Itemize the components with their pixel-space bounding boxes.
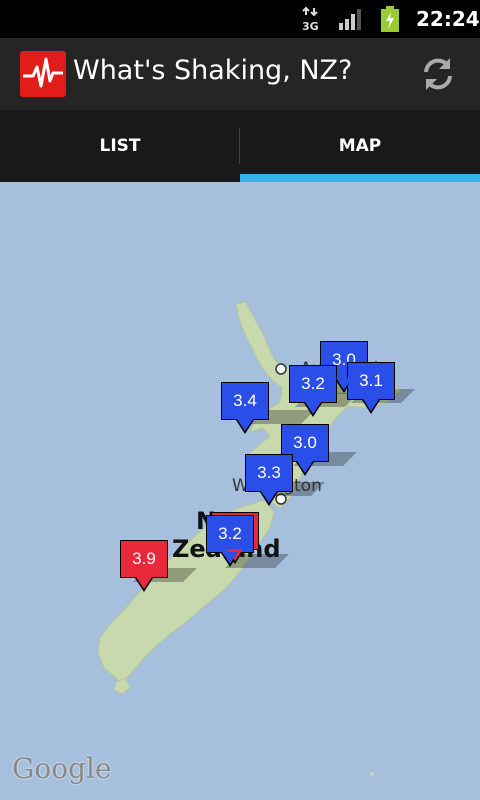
quake-marker[interactable]: 3.1 — [347, 362, 395, 414]
battery-charging-icon — [381, 6, 399, 32]
refresh-icon[interactable] — [418, 54, 458, 94]
tab-list[interactable]: LIST — [0, 110, 240, 182]
marker-magnitude: 3.3 — [257, 463, 281, 482]
selected-tab-indicator — [240, 174, 480, 182]
marker-magnitude: 3.2 — [218, 524, 242, 543]
tab-map[interactable]: MAP — [240, 110, 480, 182]
quake-marker[interactable]: 3.4 — [221, 382, 269, 434]
network-3g-icon: 3G — [302, 6, 319, 32]
action-bar: What's Shaking, NZ? — [0, 38, 480, 110]
clock: 22:24 — [416, 7, 480, 31]
marker-magnitude: 3.0 — [293, 433, 317, 452]
quake-marker[interactable]: 3.2 — [206, 515, 254, 567]
status-bar: 3G 22:24 — [0, 0, 480, 38]
tab-bar: LIST MAP — [0, 110, 480, 182]
quake-marker[interactable]: 3.3 — [245, 454, 293, 506]
quake-marker[interactable]: 3.9 — [120, 540, 168, 592]
seismograph-icon — [20, 51, 66, 97]
app-title: What's Shaking, NZ? — [73, 55, 353, 86]
svg-text:3G: 3G — [302, 20, 319, 32]
quake-marker[interactable]: 3.2 — [289, 365, 337, 417]
marker-magnitude: 3.4 — [233, 391, 257, 410]
map-view[interactable]: Auckland Wellington New Zealand 3.0 3.1 … — [0, 182, 480, 800]
marker-magnitude: 3.9 — [132, 549, 156, 568]
marker-magnitude: 3.2 — [301, 374, 325, 393]
signal-icon — [339, 9, 361, 30]
google-attribution-logo: Google — [12, 752, 112, 785]
marker-magnitude: 3.1 — [359, 371, 383, 390]
